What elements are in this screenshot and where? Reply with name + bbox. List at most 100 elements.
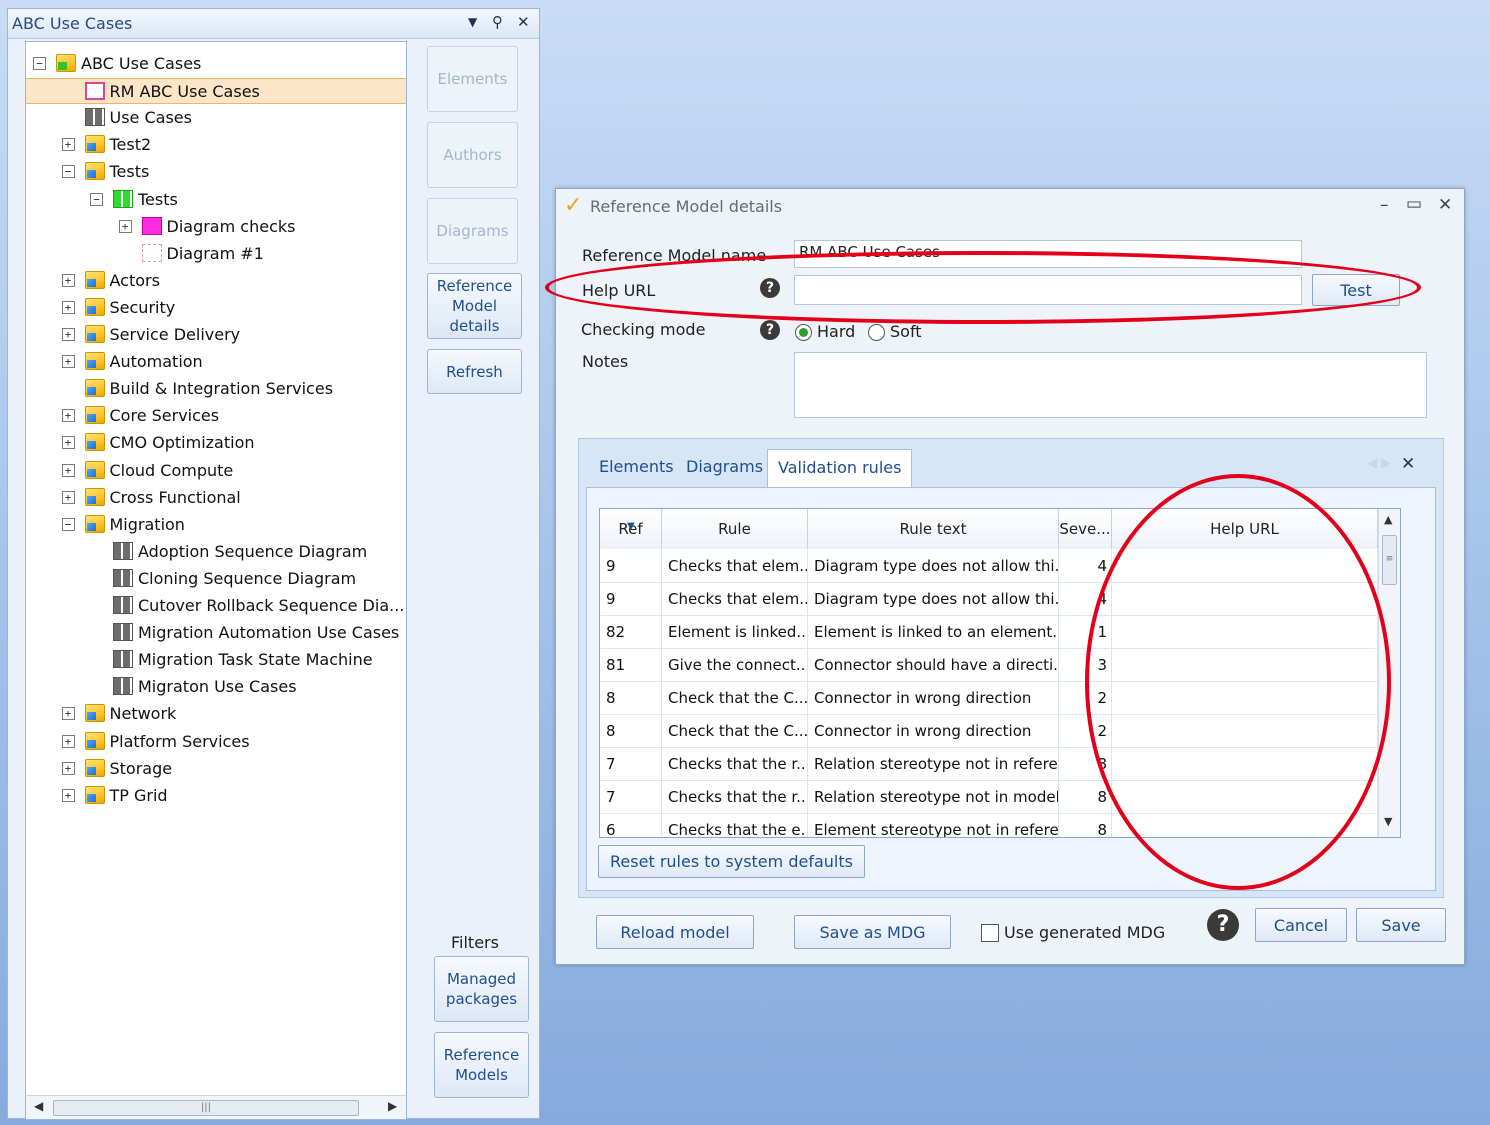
col-help-url[interactable]: Help URL xyxy=(1112,509,1378,549)
save-button[interactable]: Save xyxy=(1356,908,1446,942)
scroll-up-icon[interactable]: ▲ xyxy=(1384,513,1392,526)
authors-button[interactable]: Authors xyxy=(427,122,518,188)
dropdown-icon[interactable]: ▼ xyxy=(468,15,477,29)
pin-icon[interactable]: ⚲ xyxy=(492,13,503,31)
soft-radio[interactable] xyxy=(868,324,885,341)
scroll-right-icon[interactable]: ▶ xyxy=(388,1099,397,1113)
scroll-down-icon[interactable]: ▼ xyxy=(1384,815,1392,828)
tree-item[interactable]: Adoption Sequence Diagram xyxy=(26,539,406,565)
reference-model-details-button[interactable]: Reference Model details xyxy=(427,273,522,339)
help-url-field[interactable] xyxy=(794,275,1302,305)
reference-models-button[interactable]: Reference Models xyxy=(434,1032,529,1098)
table-row[interactable]: 8 Check that the C... Connector in wrong d… xyxy=(600,682,1378,715)
tree-item[interactable]: RM ABC Use Cases xyxy=(26,78,406,105)
tree-item[interactable]: + CMO Optimization xyxy=(26,430,406,456)
minimize-icon[interactable]: – xyxy=(1380,195,1389,215)
tree-item[interactable]: + Service Delivery xyxy=(26,322,406,348)
tab-diagrams[interactable]: Diagrams xyxy=(676,449,773,484)
tree-item[interactable]: + Core Services xyxy=(26,403,406,429)
test-button[interactable]: Test xyxy=(1312,274,1400,306)
cell-help-url[interactable] xyxy=(1112,748,1378,781)
tree-item[interactable]: Build & Integration Services xyxy=(26,376,406,402)
expand-icon[interactable]: + xyxy=(118,219,132,233)
validation-rules-grid[interactable]: ▼ Ref Rule Rule text Seve... Help URL 9C… xyxy=(599,508,1401,838)
expand-icon[interactable]: + xyxy=(61,761,75,775)
reset-rules-button[interactable]: Reset rules to system defaults xyxy=(598,845,865,878)
cell-help-url[interactable] xyxy=(1112,583,1378,616)
tree-item[interactable]: + Network xyxy=(26,701,406,727)
expand-icon[interactable]: + xyxy=(61,300,75,314)
table-row[interactable]: 7 Checks that the r... Relation stereotype… xyxy=(600,748,1378,781)
tree-item[interactable]: − Tests xyxy=(26,187,406,213)
tree-item[interactable]: + TP Grid xyxy=(26,783,406,809)
table-row[interactable]: 82 Element is linked... Element is linked … xyxy=(600,616,1378,649)
tree-item[interactable]: Cutover Rollback Sequence Dia... xyxy=(26,593,406,619)
cell-help-url[interactable] xyxy=(1112,649,1378,682)
cancel-button[interactable]: Cancel xyxy=(1255,908,1347,942)
col-rule[interactable]: Rule xyxy=(662,509,808,549)
tree-item[interactable]: + Test2 xyxy=(26,132,406,158)
tab-elements[interactable]: Elements xyxy=(589,449,684,484)
refresh-button[interactable]: Refresh xyxy=(427,349,522,394)
tree-item[interactable]: − Migration xyxy=(26,512,406,538)
cell-help-url[interactable] xyxy=(1112,550,1378,583)
tree-item[interactable]: Migraton Use Cases xyxy=(26,674,406,700)
cell-help-url[interactable] xyxy=(1112,682,1378,715)
hard-radio[interactable] xyxy=(795,324,812,341)
collapse-icon[interactable]: − xyxy=(61,517,75,531)
vertical-scrollbar[interactable]: ▲ ≡ ▼ xyxy=(1378,509,1400,837)
maximize-icon[interactable]: ▭ xyxy=(1406,194,1422,214)
tree-item[interactable]: Migration Automation Use Cases xyxy=(26,620,406,646)
reload-model-button[interactable]: Reload model xyxy=(596,915,754,949)
expand-icon[interactable]: + xyxy=(61,734,75,748)
tree-item[interactable]: − ABC Use Cases xyxy=(26,51,406,77)
tab-nav-arrows-icon[interactable]: ◀ ▶ xyxy=(1367,456,1391,471)
collapse-icon[interactable]: − xyxy=(33,57,46,70)
expand-icon[interactable]: + xyxy=(61,409,75,423)
help-url-help-icon[interactable]: ? xyxy=(760,278,780,298)
collapse-icon[interactable]: − xyxy=(61,165,75,179)
table-row[interactable]: 9 Checks that elem... Diagram type does no… xyxy=(600,550,1378,583)
vscroll-thumb[interactable]: ≡ xyxy=(1382,535,1397,585)
cell-help-url[interactable] xyxy=(1112,781,1378,814)
tree-item[interactable]: + Actors xyxy=(26,268,406,294)
tree-item[interactable]: + Security xyxy=(26,295,406,321)
reference-model-name-field[interactable]: RM ABC Use Cases xyxy=(794,240,1302,268)
scroll-left-icon[interactable]: ◀ xyxy=(34,1099,43,1113)
cell-help-url[interactable] xyxy=(1112,715,1378,748)
expand-icon[interactable]: + xyxy=(61,328,75,341)
tree-item[interactable]: + Cloud Compute xyxy=(26,458,406,484)
diagrams-button[interactable]: Diagrams xyxy=(427,198,518,264)
scroll-thumb[interactable]: ||| xyxy=(53,1100,359,1116)
expand-icon[interactable]: + xyxy=(61,273,75,287)
tree-item[interactable]: Use Cases xyxy=(26,105,406,131)
use-generated-mdg-checkbox[interactable] xyxy=(981,924,999,942)
tree-item[interactable]: Cloning Sequence Diagram xyxy=(26,566,406,592)
tree-item[interactable]: + Automation xyxy=(26,349,406,375)
notes-field[interactable] xyxy=(794,352,1427,418)
table-row[interactable]: 81 Give the connect... Connector should ha… xyxy=(600,649,1378,682)
expand-icon[interactable]: + xyxy=(61,788,75,802)
tree-item[interactable]: + Storage xyxy=(26,756,406,782)
col-severity[interactable]: Seve... xyxy=(1059,509,1112,549)
project-tree[interactable]: − ABC Use Cases RM ABC Use Cases Use Cases +… xyxy=(25,41,407,1120)
tree-item[interactable]: Migration Task State Machine xyxy=(26,647,406,673)
expand-icon[interactable]: + xyxy=(61,490,75,504)
tab-validation-rules[interactable]: Validation rules xyxy=(767,449,913,489)
close-icon[interactable]: ✕ xyxy=(517,13,530,31)
horizontal-scrollbar[interactable]: ◀ ||| ▶ xyxy=(26,1095,406,1119)
tree-item[interactable]: + Cross Functional xyxy=(26,485,406,511)
save-as-mdg-button[interactable]: Save as MDG xyxy=(794,915,951,949)
managed-packages-button[interactable]: Managed packages xyxy=(434,956,529,1022)
tab-close-icon[interactable]: ✕ xyxy=(1401,454,1415,474)
cell-help-url[interactable] xyxy=(1112,616,1378,649)
expand-icon[interactable]: + xyxy=(61,355,75,369)
col-ref[interactable]: ▼ Ref xyxy=(600,509,662,549)
table-row[interactable]: 7 Checks that the r... Relation stereotype… xyxy=(600,781,1378,814)
tree-item[interactable]: + Diagram checks xyxy=(26,214,406,240)
expand-icon[interactable]: + xyxy=(61,463,75,477)
checking-mode-help-icon[interactable]: ? xyxy=(760,320,780,340)
tree-item[interactable]: − Tests xyxy=(26,159,406,185)
table-row[interactable]: 8 Check that the C... Connector in wrong d… xyxy=(600,715,1378,748)
expand-icon[interactable]: + xyxy=(61,138,75,152)
